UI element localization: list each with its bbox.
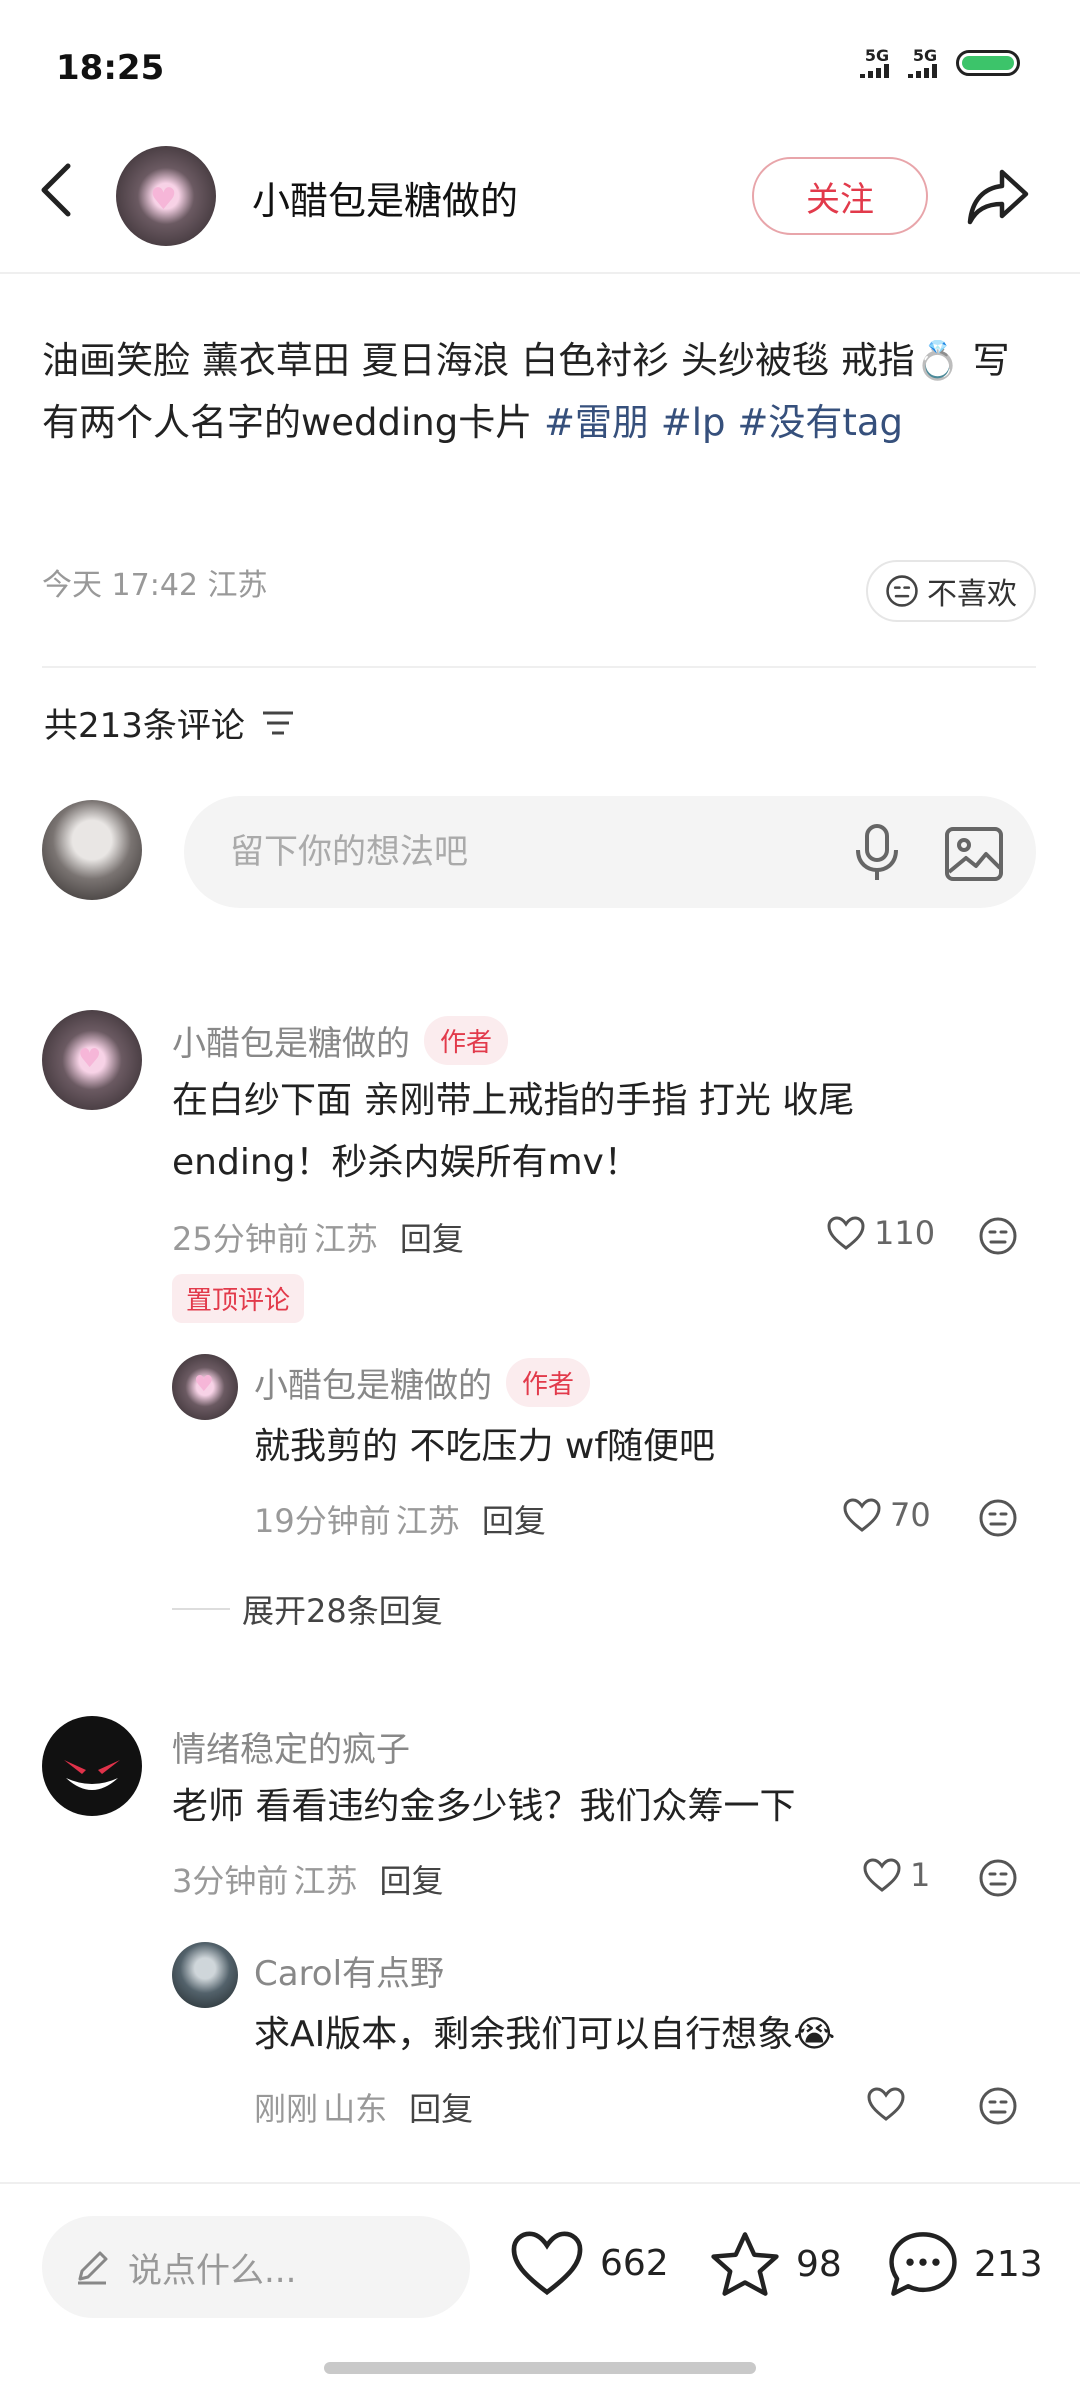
heart-icon: ♥: [150, 182, 177, 217]
expand-replies[interactable]: 展开28条回复: [172, 1586, 443, 1632]
favorite-button[interactable]: 98: [708, 2228, 842, 2300]
share-icon[interactable]: [966, 164, 1030, 228]
expand-line: [172, 1608, 230, 1610]
star-outline-icon: [711, 2232, 779, 2296]
comment-text: 老师 看看违约金多少钱？我们众筹一下: [172, 1786, 796, 1827]
like-count: 70: [890, 1496, 931, 1534]
reply-location: 江苏: [395, 1502, 460, 1540]
reply-author-name[interactable]: Carol有点野: [254, 1946, 444, 1995]
back-arrow-icon[interactable]: [34, 160, 78, 220]
dislike-label: 不喜欢: [927, 577, 1017, 612]
my-avatar: [42, 800, 142, 900]
pencil-icon: [78, 2251, 108, 2285]
status-icons: 5G 5G: [860, 48, 1020, 78]
reply-avatar[interactable]: [172, 1942, 238, 2008]
ghost-face-icon: [64, 1760, 120, 1790]
post-like-count: 662: [600, 2242, 669, 2284]
reply-time: 19分钟前: [254, 1502, 391, 1540]
reply-author-name[interactable]: 小醋包是糖做的: [254, 1358, 492, 1407]
neutral-face-icon: [886, 575, 918, 607]
comment-count[interactable]: 共213条评论: [44, 698, 295, 747]
comment-header: 小醋包是糖做的 作者: [172, 1016, 509, 1065]
reply-avatar[interactable]: ♥: [172, 1354, 238, 1420]
heart-icon: ♥: [78, 1044, 102, 1074]
reply-meta: 刚刚 山东 回复: [254, 2084, 473, 2130]
reply-button[interactable]: 回复: [400, 1214, 464, 1260]
heart-outline-icon: [827, 1216, 865, 1250]
post-meta: 今天 17:42 江苏: [42, 560, 268, 604]
bottom-comment-input[interactable]: 说点什么...: [42, 2216, 470, 2318]
reply-location: 山东: [323, 2090, 388, 2128]
status-time: 18:25: [56, 48, 165, 88]
chat-bubble-icon: [889, 2232, 957, 2296]
like-button[interactable]: 110: [826, 1214, 935, 1252]
like-button[interactable]: 70: [842, 1496, 931, 1534]
reply-header: 小醋包是糖做的 作者: [254, 1358, 591, 1407]
heart-outline-icon: [863, 1858, 901, 1892]
pinned-badge: 置顶评论: [172, 1274, 305, 1323]
author-avatar[interactable]: ♥: [116, 146, 216, 246]
comment-meta: 25分钟前 江苏 回复: [172, 1214, 464, 1260]
comment-text: 在白纱下面 亲刚带上戒指的手指 打光 收尾ending！秒杀内娱所有mv！: [172, 1080, 855, 1183]
author-name[interactable]: 小醋包是糖做的: [252, 170, 518, 225]
neutral-face-icon[interactable]: [978, 1498, 1018, 1538]
signal-icon-1: 5G: [860, 48, 894, 78]
comment-avatar[interactable]: ♥: [42, 1010, 142, 1110]
comment-meta: 3分钟前 江苏 回复: [172, 1856, 444, 1902]
like-count: 110: [874, 1214, 936, 1252]
neutral-face-icon[interactable]: [978, 2086, 1018, 2126]
mic-icon[interactable]: [852, 822, 902, 882]
tag-link[interactable]: #没有tag: [737, 401, 903, 444]
like-button[interactable]: 1: [862, 1856, 930, 1894]
post-body: 油画笑脸 薰衣草田 夏日海浪 白色衬衫 头纱被毯 戒指💍 写有两个人名字的wed…: [42, 330, 1042, 454]
heart-icon: ♥: [194, 1372, 214, 1397]
comment-avatar[interactable]: [42, 1716, 142, 1816]
comment-time: 3分钟前: [172, 1862, 289, 1900]
like-post-button[interactable]: 662: [508, 2228, 669, 2298]
comment-author-name[interactable]: 情绪稳定的疯子: [172, 1722, 410, 1771]
expand-label: 展开28条回复: [242, 1592, 443, 1630]
post-location: 江苏: [207, 568, 268, 603]
reply-button[interactable]: 回复: [409, 2084, 473, 2130]
home-indicator[interactable]: [324, 2362, 756, 2374]
tag-link[interactable]: #雷朋: [544, 401, 649, 444]
reply-time: 刚刚: [254, 2090, 319, 2128]
comment-author-name[interactable]: 小醋包是糖做的: [172, 1016, 410, 1065]
battery-icon: [956, 50, 1020, 76]
comment-time: 25分钟前: [172, 1220, 309, 1258]
reply-button[interactable]: 回复: [482, 1496, 546, 1542]
bottom-input-placeholder: 说点什么...: [128, 2250, 297, 2291]
reply-text: 求AI版本，剩余我们可以自行想象😭: [254, 2014, 836, 2055]
like-count: 1: [910, 1856, 931, 1894]
author-badge: 作者: [506, 1358, 591, 1407]
header-divider: [0, 272, 1080, 274]
tag-link[interactable]: #lp: [661, 401, 726, 444]
dislike-button[interactable]: 不喜欢: [866, 560, 1036, 622]
reply-button[interactable]: 回复: [379, 1856, 443, 1902]
comment-input[interactable]: [184, 796, 1036, 908]
image-icon[interactable]: [944, 826, 1004, 882]
comment-location: 江苏: [293, 1862, 358, 1900]
favorite-count: 98: [796, 2243, 842, 2285]
reply-meta: 19分钟前 江苏 回复: [254, 1496, 546, 1542]
comment-location: 江苏: [313, 1220, 378, 1258]
signal-icon-2: 5G: [908, 48, 942, 78]
author-badge: 作者: [424, 1016, 509, 1065]
bottom-divider: [0, 2182, 1080, 2184]
post-time: 今天 17:42: [42, 568, 198, 603]
neutral-face-icon[interactable]: [978, 1858, 1018, 1898]
comment-count-label: 共213条评论: [44, 706, 245, 746]
heart-outline-icon[interactable]: [866, 2086, 906, 2122]
comment-total: 213: [974, 2243, 1043, 2285]
reply-text: 就我剪的 不吃压力 wf随便吧: [254, 1426, 716, 1467]
follow-button[interactable]: 关注: [752, 157, 928, 235]
heart-outline-icon: [843, 1498, 881, 1532]
sort-icon[interactable]: [261, 710, 295, 736]
comments-button[interactable]: 213: [886, 2228, 1043, 2300]
heart-outline-icon: [511, 2231, 583, 2296]
post-divider: [42, 666, 1036, 668]
neutral-face-icon[interactable]: [978, 1216, 1018, 1256]
